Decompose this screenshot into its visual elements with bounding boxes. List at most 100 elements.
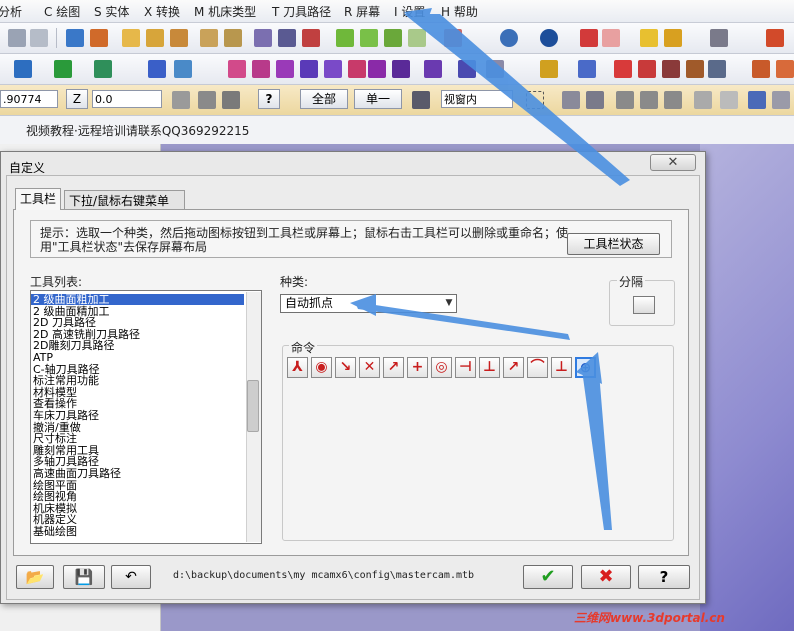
select-back-icon[interactable]: [694, 91, 712, 109]
stretch-icon[interactable]: [458, 60, 476, 78]
line-tool-icon[interactable]: [54, 60, 72, 78]
layers-icon[interactable]: [686, 60, 704, 78]
mirror-icon[interactable]: [174, 60, 192, 78]
list-item[interactable]: 2D 刀具路径: [33, 317, 96, 328]
arc-snap-icon[interactable]: ⌒: [527, 357, 548, 378]
tab-dropdown-menu[interactable]: 下拉/鼠标右键菜单: [64, 190, 185, 210]
updown-icon[interactable]: [540, 60, 558, 78]
cancel-button[interactable]: ✖: [581, 565, 631, 589]
list-item[interactable]: 查看操作: [33, 398, 77, 409]
brush-icon[interactable]: [278, 29, 296, 47]
menu-transform[interactable]: X 转换: [144, 3, 180, 20]
help-button[interactable]: ?: [638, 565, 690, 589]
relative-snap-icon[interactable]: ⊕: [575, 357, 596, 378]
save-button[interactable]: 💾: [63, 565, 105, 589]
menu-draw[interactable]: C 绘图: [44, 3, 80, 20]
cube-side-icon[interactable]: [384, 29, 402, 47]
flag-icon[interactable]: [392, 60, 410, 78]
list-item[interactable]: 2 级曲面粗加工: [33, 294, 110, 305]
align-icon[interactable]: [252, 60, 270, 78]
offset-icon[interactable]: [276, 60, 294, 78]
wand-icon[interactable]: [254, 29, 272, 47]
cube-iso-icon[interactable]: [408, 29, 426, 47]
menu-screen[interactable]: R 屏幕: [344, 3, 380, 20]
resize-icon[interactable]: [578, 60, 596, 78]
tangent-snap-icon[interactable]: ⊥: [479, 357, 500, 378]
edit-icon[interactable]: [664, 29, 682, 47]
separator-button[interactable]: [633, 296, 655, 314]
tab-toolbar[interactable]: 工具栏: [15, 188, 62, 210]
exclamation-icon[interactable]: [198, 91, 216, 109]
scrollbar-thumb[interactable]: [247, 380, 259, 432]
chevron-down-icon[interactable]: ▼: [442, 295, 456, 312]
list-item[interactable]: 绘图平面: [33, 480, 77, 491]
menu-settings[interactable]: I 设置: [394, 3, 425, 20]
reset-button[interactable]: ↶: [111, 565, 151, 589]
select-pointer-icon[interactable]: [562, 91, 580, 109]
arc-tool-icon[interactable]: [14, 60, 32, 78]
array-icon[interactable]: [324, 60, 342, 78]
menu-machine-type[interactable]: M 机床类型: [194, 3, 256, 20]
single-button[interactable]: 单一: [354, 89, 402, 109]
endpoint-snap-icon[interactable]: ↘: [335, 357, 356, 378]
z-value-field[interactable]: 0.0: [92, 90, 162, 108]
select-body-icon[interactable]: [664, 91, 682, 109]
perpendicular-snap-icon[interactable]: ↗: [503, 357, 524, 378]
menu-solid[interactable]: S 实体: [94, 3, 129, 20]
distribute-icon[interactable]: [300, 60, 318, 78]
list-item[interactable]: 绘图视角: [33, 491, 77, 502]
auto-cursor-icon[interactable]: [172, 91, 190, 109]
solid-extrude-icon[interactable]: [94, 60, 112, 78]
center-snap-icon[interactable]: ◉: [311, 357, 332, 378]
cube-front-icon[interactable]: [360, 29, 378, 47]
wireframe-icon[interactable]: [602, 29, 620, 47]
undo-icon[interactable]: [8, 29, 26, 47]
library-icon[interactable]: [708, 60, 726, 78]
xform-icon[interactable]: [148, 60, 166, 78]
window-select-icon[interactable]: [526, 91, 544, 109]
view-plane-icon[interactable]: [444, 29, 462, 47]
select-solid-icon[interactable]: [586, 91, 604, 109]
zoom-out-icon[interactable]: [200, 29, 218, 47]
stock-icon[interactable]: [752, 60, 770, 78]
list-item[interactable]: ATP: [33, 352, 53, 363]
zoom-window-icon[interactable]: [146, 29, 164, 47]
view-select[interactable]: 视窗内: [441, 90, 513, 108]
select-face-icon[interactable]: [616, 91, 634, 109]
select-check-icon[interactable]: [748, 91, 766, 109]
origin-snap-icon[interactable]: ⅄: [287, 357, 308, 378]
pointer-mode-icon[interactable]: [412, 91, 430, 109]
nearest-snap-icon[interactable]: ⊣: [455, 357, 476, 378]
translate-icon[interactable]: [486, 60, 504, 78]
help-pointer-icon[interactable]: [766, 29, 784, 47]
fit-icon[interactable]: [122, 29, 140, 47]
select-extra-icon[interactable]: [772, 91, 790, 109]
cube-top-icon[interactable]: [336, 29, 354, 47]
z-button[interactable]: Z: [66, 89, 88, 109]
menu-help[interactable]: H 帮助: [441, 3, 478, 20]
clear-colors-icon[interactable]: [302, 29, 320, 47]
regen-icon[interactable]: [90, 29, 108, 47]
select-verify-icon[interactable]: [720, 91, 738, 109]
page-icon[interactable]: [662, 60, 680, 78]
table-icon[interactable]: [614, 60, 632, 78]
zoom-in-icon[interactable]: [170, 29, 188, 47]
ok-button[interactable]: ✔: [523, 565, 573, 589]
list-item[interactable]: 尺寸标注: [33, 433, 77, 444]
toolbar-status-button[interactable]: 工具栏状态: [567, 233, 660, 255]
sphere-icon[interactable]: [540, 29, 558, 47]
solid-shade-icon[interactable]: [580, 29, 598, 47]
list-icon[interactable]: [638, 60, 656, 78]
list-item[interactable]: 机器定义: [33, 514, 77, 525]
pencil-icon[interactable]: [640, 29, 658, 47]
horizontal-snap-icon[interactable]: ⊥: [551, 357, 572, 378]
menu-analysis[interactable]: 分析: [0, 3, 22, 20]
midpoint-snap-icon[interactable]: ↗: [383, 357, 404, 378]
quadrant-snap-icon[interactable]: ◎: [431, 357, 452, 378]
list-item[interactable]: 车床刀具路径: [33, 410, 99, 421]
point-snap-icon[interactable]: +: [407, 357, 428, 378]
list-item[interactable]: 标注常用功能: [33, 375, 99, 386]
globe-icon[interactable]: [500, 29, 518, 47]
menu-toolpath[interactable]: T 刀具路径: [272, 3, 331, 20]
tool-icon[interactable]: [710, 29, 728, 47]
